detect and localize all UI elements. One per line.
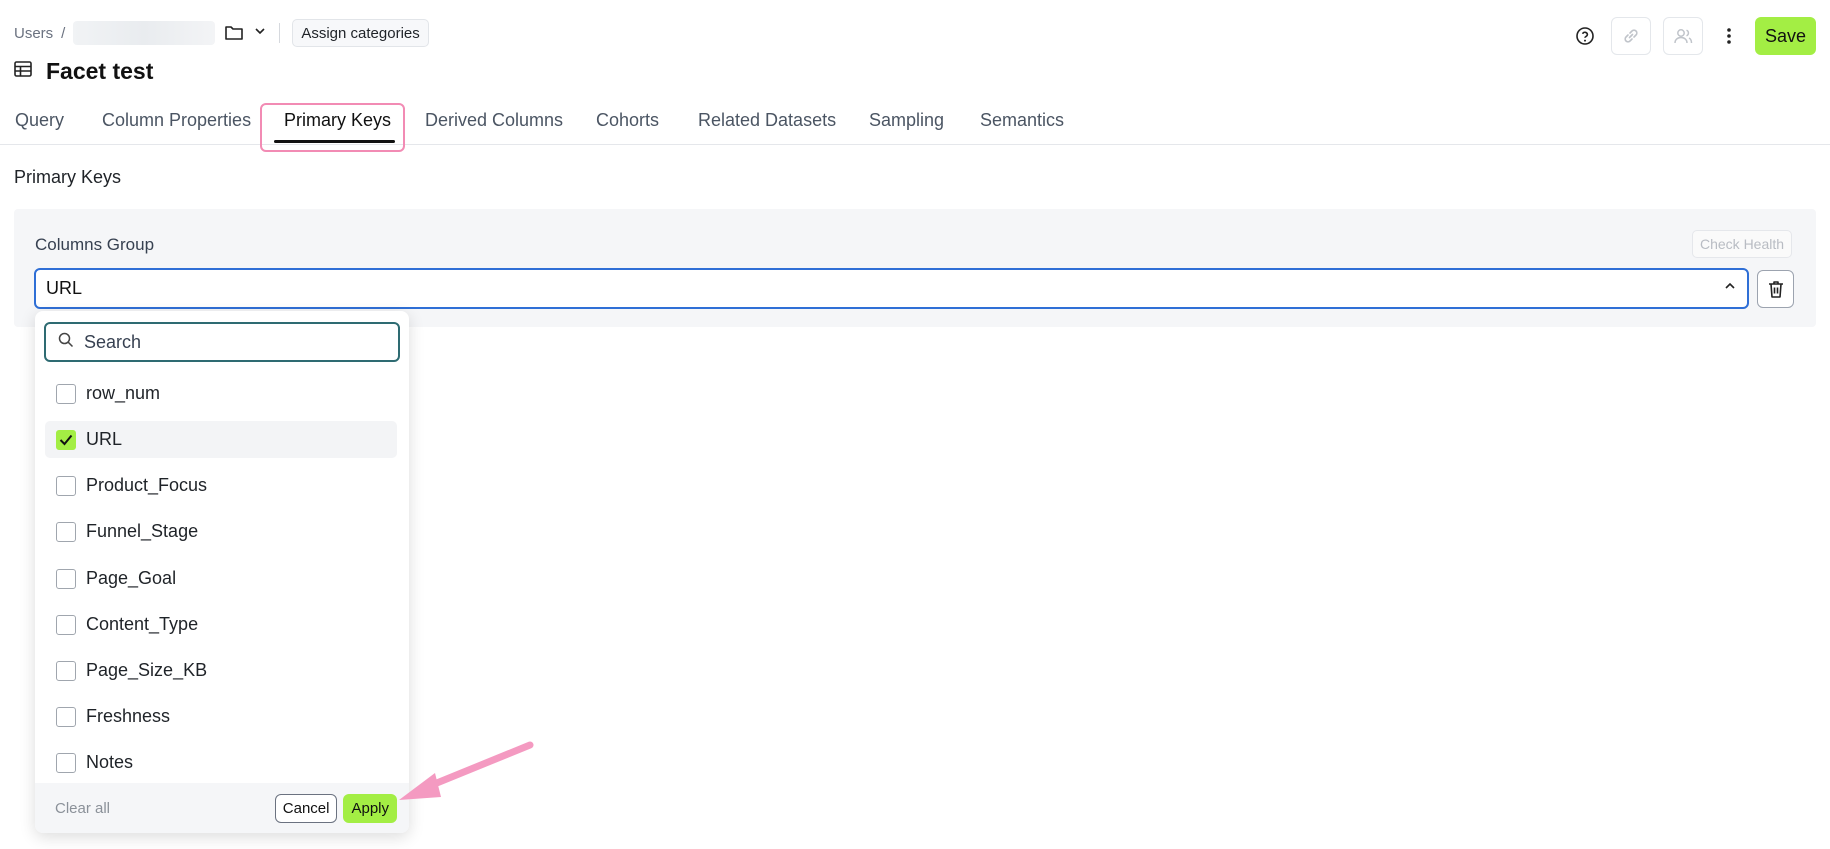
breadcrumb-users[interactable]: Users <box>14 25 53 42</box>
assign-categories-button[interactable]: Assign categories <box>292 19 429 47</box>
dropdown-footer: Clear all Cancel Apply <box>35 783 409 833</box>
option-url[interactable]: URL <box>45 421 397 458</box>
cancel-button[interactable]: Cancel <box>274 793 338 823</box>
more-vertical-icon[interactable] <box>1714 17 1743 55</box>
checkbox[interactable] <box>56 614 76 635</box>
breadcrumb-separator: / <box>61 24 66 42</box>
option-label: Funnel_Stage <box>86 521 199 541</box>
option-notes[interactable]: Notes <box>45 744 397 781</box>
option-label: URL <box>86 429 123 449</box>
breadcrumb-folder-name[interactable] <box>73 21 216 45</box>
option-page-goal[interactable]: Page_Goal <box>45 560 397 597</box>
share-users-button[interactable] <box>1662 17 1703 55</box>
select-value: URL <box>46 278 83 298</box>
checkbox[interactable] <box>56 568 76 589</box>
section-title: Primary Keys <box>14 167 122 187</box>
option-content-type[interactable]: Content_Type <box>45 606 397 643</box>
option-label: Page_Goal <box>86 568 177 588</box>
option-label: Notes <box>86 752 134 772</box>
clear-all-link[interactable]: Clear all <box>55 800 275 817</box>
checkbox[interactable] <box>56 383 76 404</box>
header-toolbar: Save <box>1570 17 1816 55</box>
link-button[interactable] <box>1610 17 1651 55</box>
checkbox[interactable] <box>56 475 76 496</box>
columns-group-label: Columns Group <box>35 235 155 254</box>
page-title-row: Facet test <box>14 58 153 85</box>
check-health-button[interactable]: Check Health <box>1692 230 1793 258</box>
trash-icon <box>1768 281 1783 298</box>
users-icon <box>1674 29 1693 44</box>
chevron-down-icon[interactable] <box>253 24 267 42</box>
option-page-size-kb[interactable]: Page_Size_KB <box>45 652 397 689</box>
option-label: row_num <box>86 383 161 403</box>
tab-cohorts[interactable]: Cohorts <box>596 110 659 131</box>
apply-button[interactable]: Apply <box>343 793 397 823</box>
help-icon[interactable] <box>1570 17 1599 55</box>
option-label: Content_Type <box>86 614 199 634</box>
tab-column-properties[interactable]: Column Properties <box>102 110 251 131</box>
option-row-num[interactable]: row_num <box>45 375 397 412</box>
divider <box>279 23 281 43</box>
table-icon <box>14 61 32 82</box>
page-title: Facet test <box>46 58 154 84</box>
checkbox[interactable] <box>56 521 76 542</box>
checkbox[interactable] <box>56 752 76 773</box>
folder-icon[interactable] <box>223 22 245 44</box>
checkbox[interactable] <box>56 660 76 681</box>
breadcrumb: Users / Assign categories <box>14 19 429 47</box>
columns-group-select[interactable]: URL <box>34 268 1749 309</box>
columns-dropdown: row_num URL Product_Focus Funnel_Stage P… <box>35 311 409 833</box>
chevron-up-icon[interactable] <box>1723 279 1737 298</box>
delete-group-button[interactable] <box>1757 270 1794 308</box>
search-box[interactable] <box>44 322 400 362</box>
option-label: Freshness <box>86 706 171 726</box>
search-icon <box>58 332 74 353</box>
checkbox[interactable] <box>56 706 76 727</box>
tab-semantics[interactable]: Semantics <box>980 110 1064 131</box>
tab-sampling[interactable]: Sampling <box>869 110 944 131</box>
tab-highlight-annotation <box>260 103 405 152</box>
option-label: Product_Focus <box>86 475 208 495</box>
option-label: Page_Size_KB <box>86 660 208 680</box>
tab-related-datasets[interactable]: Related Datasets <box>698 110 836 131</box>
option-funnel-stage[interactable]: Funnel_Stage <box>45 513 397 550</box>
save-button[interactable]: Save <box>1754 17 1816 55</box>
tab-query[interactable]: Query <box>15 110 64 131</box>
option-product-focus[interactable]: Product_Focus <box>45 467 397 504</box>
checkbox-checked[interactable] <box>56 429 76 450</box>
check-icon <box>59 434 73 445</box>
annotation-arrow <box>399 741 534 800</box>
search-input[interactable] <box>82 330 362 354</box>
link-icon <box>1624 29 1638 43</box>
tab-derived-columns[interactable]: Derived Columns <box>425 110 563 131</box>
option-freshness[interactable]: Freshness <box>45 698 397 735</box>
